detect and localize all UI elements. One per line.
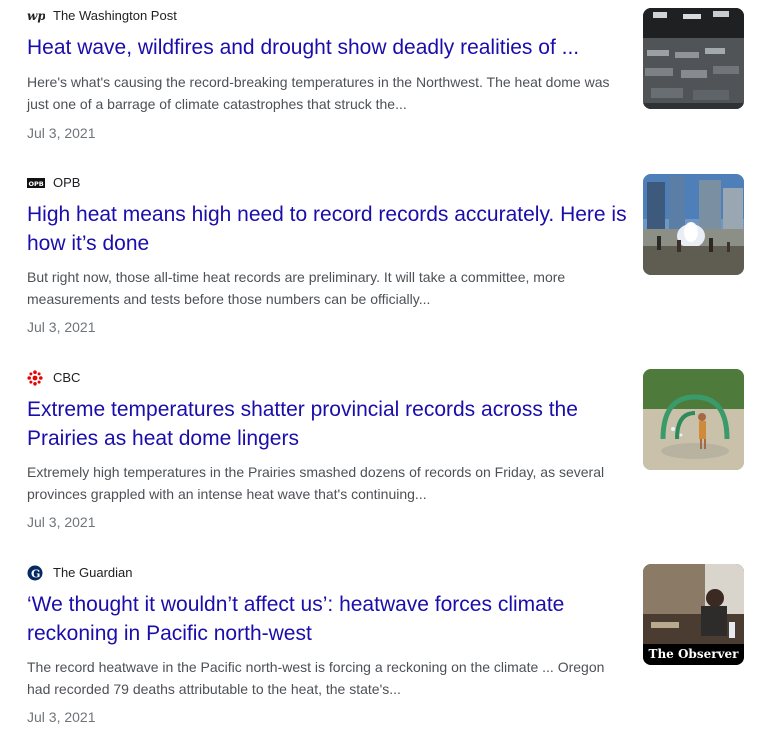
cbc-logo-icon [27,370,45,386]
source-row: OPB OPB [27,174,80,192]
source-name: The Guardian [53,565,133,580]
source-name: The Washington Post [53,8,177,23]
headline-link[interactable]: High heat means high need to record reco… [27,200,627,258]
svg-text:wp: wp [27,9,45,23]
source-name: CBC [53,370,81,385]
city-fountain-photo-thumbnail[interactable] [643,174,744,275]
splash-pad-photo-thumbnail[interactable] [643,369,744,470]
source-row: CBC [27,369,80,387]
news-item-washington-post[interactable]: wp The Washington Post Heat wave, wildfi… [0,0,768,190]
source-name: OPB [53,175,81,190]
news-item-opb[interactable]: OPB OPB High heat means high need to rec… [0,167,768,357]
news-item-cbc[interactable]: CBC Extreme temperatures shatter provinc… [0,362,768,552]
guardian-logo-icon: G [27,565,45,581]
publish-date: Jul 3, 2021 [27,125,96,141]
snippet-text: The record heatwave in the Pacific north… [27,659,605,697]
news-item-guardian[interactable]: G The Guardian ‘We thought it wouldn’t a… [0,557,768,747]
source-row: G The Guardian [27,564,133,582]
opb-logo-icon: OPB [27,175,45,191]
source-row: wp The Washington Post [27,7,177,25]
washington-post-logo-icon: wp [27,8,45,24]
observer-photo-thumbnail[interactable]: The Observer [643,564,744,665]
observer-masthead-text: The Observer [648,647,739,661]
snippet-text: But right now, those all-time heat recor… [27,269,566,307]
headline-link[interactable]: ‘We thought it wouldn’t affect us’: heat… [27,590,627,648]
publish-date: Jul 3, 2021 [27,319,96,335]
cooling-center-photo-thumbnail[interactable] [643,8,744,109]
snippet-text: Extremely high temperatures in the Prair… [27,464,605,502]
svg-text:G: G [31,568,40,581]
publish-date: Jul 3, 2021 [27,514,96,530]
svg-text:OPB: OPB [29,180,44,188]
headline-link[interactable]: Heat wave, wildfires and drought show de… [27,33,627,62]
publish-date: Jul 3, 2021 [27,709,96,725]
snippet-text: Here's what's causing the record-breakin… [27,74,610,112]
headline-link[interactable]: Extreme temperatures shatter provincial … [27,395,627,453]
